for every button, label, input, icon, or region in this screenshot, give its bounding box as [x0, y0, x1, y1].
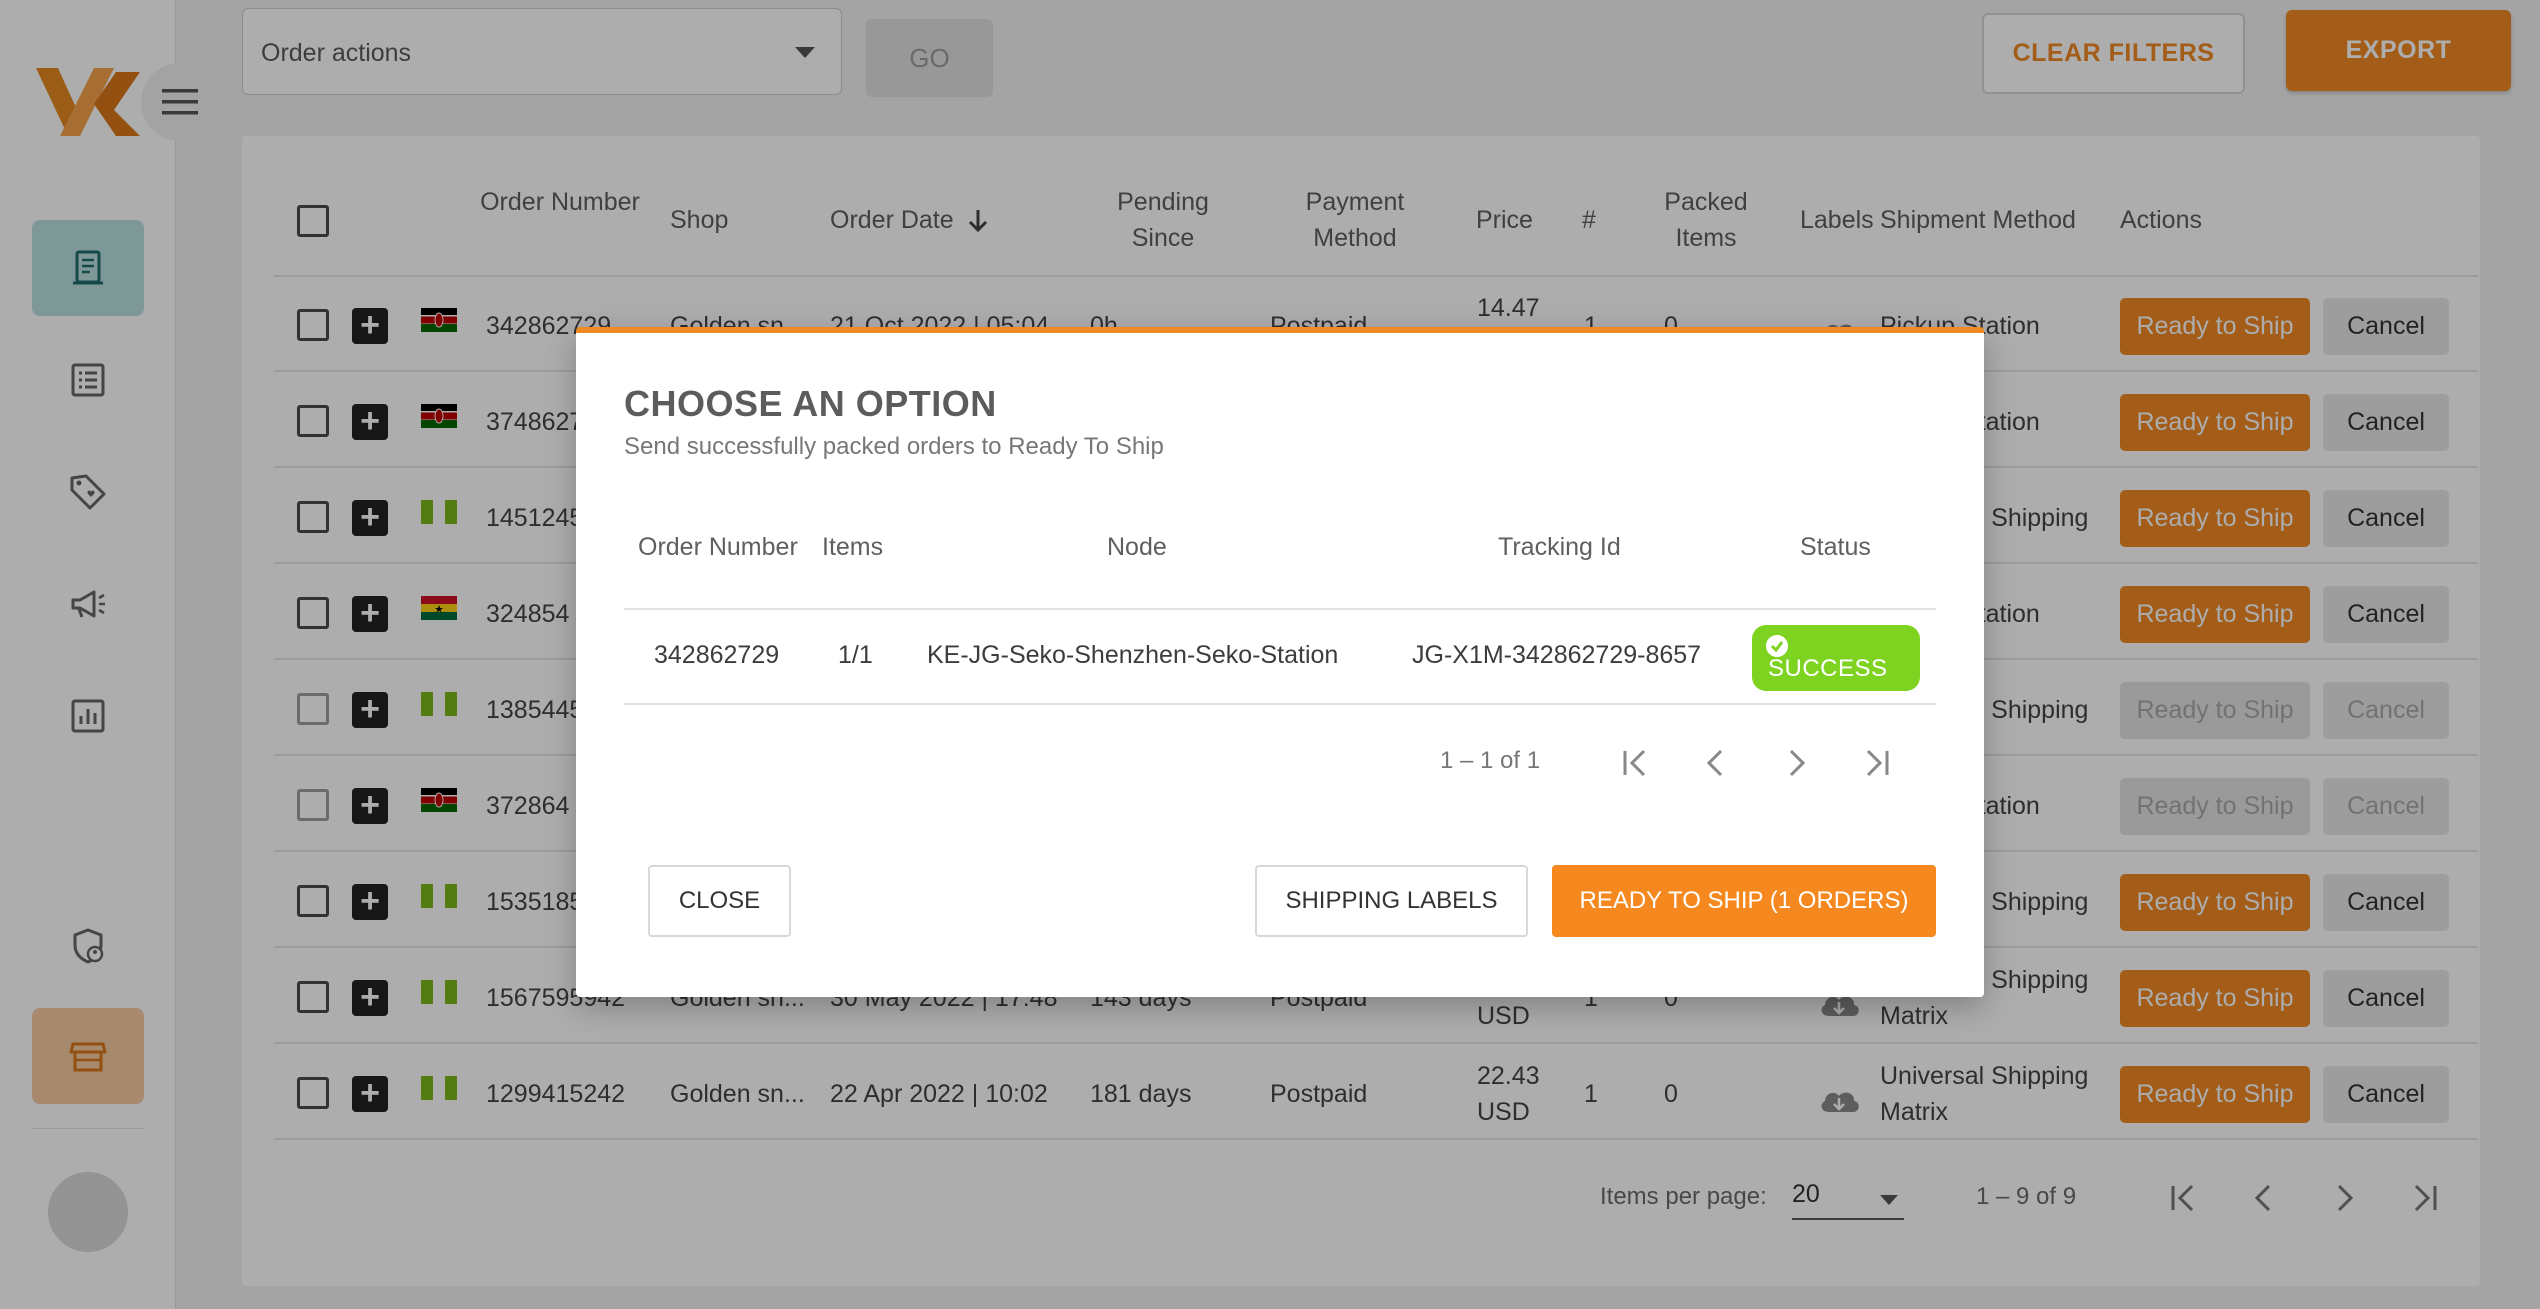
last-page-icon[interactable]: [1856, 743, 1896, 783]
status-badge: SUCCESS: [1752, 625, 1920, 691]
status-badge-label: SUCCESS: [1768, 655, 1888, 682]
dialog-cell-items: 1/1: [838, 641, 873, 669]
close-button[interactable]: CLOSE: [648, 865, 791, 937]
next-page-icon[interactable]: [1776, 743, 1816, 783]
ready-to-ship-button[interactable]: READY TO SHIP (1 ORDERS): [1552, 865, 1936, 937]
dialog-header-items: Items: [822, 533, 884, 561]
check-circle-icon: [1766, 635, 1788, 657]
dialog-title: CHOOSE AN OPTION: [624, 383, 997, 424]
prev-page-icon[interactable]: [1696, 743, 1736, 783]
dialog-row-divider: [624, 703, 1936, 705]
choose-option-dialog: CHOOSE AN OPTION Send successfully packe…: [576, 327, 1984, 997]
dialog-header-order-number: Order Number: [638, 533, 798, 561]
dialog-cell-node: KE-JG-Seko-Shenzhen-Seko-Station: [927, 641, 1339, 669]
first-page-icon[interactable]: [1616, 743, 1656, 783]
dialog-paginator-range: 1 – 1 of 1: [1440, 747, 1541, 774]
dialog-subtitle: Send successfully packed orders to Ready…: [624, 433, 1164, 460]
shipping-labels-button[interactable]: SHIPPING LABELS: [1255, 865, 1528, 937]
dialog-cell-tracking-id: JG-X1M-342862729-8657: [1412, 641, 1702, 669]
dialog-header-divider: [624, 608, 1936, 610]
dialog-cell-order-number: 342862729: [654, 641, 780, 669]
dialog-header-status: Status: [1800, 533, 1871, 561]
dialog-header-node: Node: [1107, 533, 1167, 561]
dialog-header-tracking-id: Tracking Id: [1498, 533, 1621, 561]
